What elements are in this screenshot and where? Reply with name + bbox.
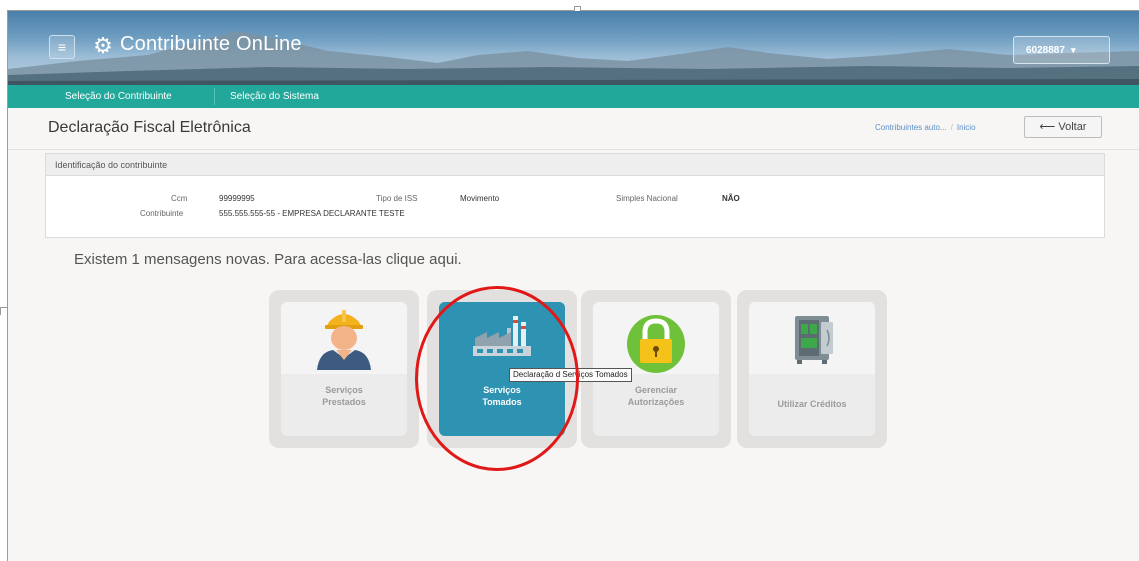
app-title: Contribuinte OnLine bbox=[120, 33, 302, 55]
menu-toggle-button[interactable]: ≡ bbox=[49, 35, 75, 59]
contribuinte-label: Contribuinte bbox=[140, 209, 184, 218]
tipo-iss-label: Tipo de ISS bbox=[376, 194, 418, 203]
page-header: Declaração Fiscal Eletrônica Contribuint… bbox=[8, 108, 1139, 150]
tile-inner: Serviços Prestados bbox=[281, 302, 407, 436]
tipo-iss-value: Movimento bbox=[460, 194, 500, 203]
identification-panel-heading: Identificação do contribuinte bbox=[46, 154, 1104, 176]
tile-icon-area bbox=[749, 302, 875, 374]
hamburger-icon: ≡ bbox=[57, 39, 67, 55]
tile-label: Serviços Prestados bbox=[322, 385, 366, 407]
resize-handle-left-v bbox=[0, 307, 1, 315]
new-messages-link[interactable]: Existem 1 mensagens novas. Para acessa-l… bbox=[74, 251, 462, 268]
tile-label: Gerenciar Autorizações bbox=[627, 385, 685, 407]
ccm-label: Ccm bbox=[171, 194, 188, 203]
gear-icon: ⚙ bbox=[93, 33, 113, 58]
breadcrumb-link-inicio[interactable]: Inicio bbox=[957, 123, 976, 132]
arrow-left-icon: ⟵ bbox=[1039, 121, 1056, 133]
highlight-circle-annotation bbox=[415, 286, 579, 471]
top-navbar: Seleção do Contribuinte Seleção do Siste… bbox=[8, 85, 1139, 108]
back-button[interactable]: ⟵ Voltar bbox=[1024, 116, 1102, 138]
contribuinte-value: 555.555.555-55 - EMPRESA DECLARANTE TEST… bbox=[219, 209, 405, 218]
nav-item-selecao-sistema[interactable]: Seleção do Sistema bbox=[230, 85, 319, 108]
tile-icon-area bbox=[593, 302, 719, 374]
tile-icon-area bbox=[281, 302, 407, 374]
ccm-value: 99999995 bbox=[219, 194, 255, 203]
app-window: ≡ ⚙ Contribuinte OnLine 6028887 ▾ Seleção… bbox=[8, 11, 1139, 561]
simples-nacional-value: NÃO bbox=[722, 194, 740, 203]
user-menu-button[interactable]: 6028887 ▾ bbox=[1013, 36, 1110, 64]
worker-icon bbox=[317, 310, 371, 370]
tile-inner: Utilizar Créditos bbox=[749, 302, 875, 436]
nav-item-selecao-contribuinte[interactable]: Seleção do Contribuinte bbox=[65, 85, 172, 108]
user-label: 6028887 bbox=[1026, 45, 1065, 56]
tile-utilizar-creditos[interactable]: Utilizar Créditos bbox=[737, 290, 887, 448]
caret-down-icon: ▾ bbox=[1070, 45, 1076, 55]
identification-panel: Identificação do contribuinte Ccm 999999… bbox=[45, 153, 1105, 238]
app-header: ≡ ⚙ Contribuinte OnLine 6028887 ▾ bbox=[8, 11, 1139, 85]
nav-divider bbox=[214, 88, 215, 105]
simples-nacional-label: Simples Nacional bbox=[616, 194, 678, 203]
tile-label: Utilizar Créditos bbox=[777, 399, 847, 409]
safe-icon bbox=[795, 316, 833, 364]
resize-handle-left bbox=[0, 307, 8, 308]
breadcrumb-link-contribuintes[interactable]: Contribuintes auto... bbox=[875, 123, 947, 132]
tile-servicos-prestados[interactable]: Serviços Prestados bbox=[269, 290, 419, 448]
padlock-icon bbox=[627, 315, 685, 373]
page-title: Declaração Fiscal Eletrônica bbox=[48, 119, 251, 136]
back-button-label: Voltar bbox=[1058, 121, 1087, 133]
breadcrumb: Contribuintes auto... / Inicio bbox=[875, 123, 976, 132]
